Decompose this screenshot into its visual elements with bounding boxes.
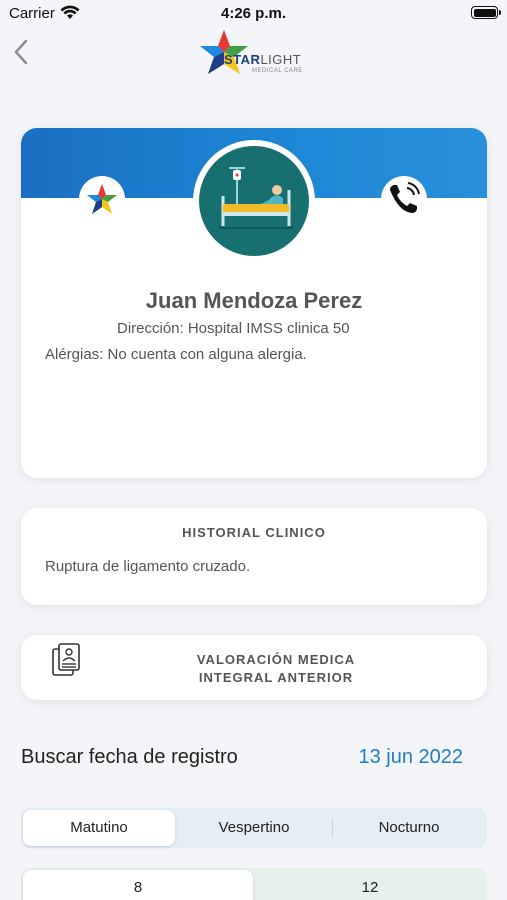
star-badge [79,176,125,222]
logo-wordmark: STARLIGHT [224,52,302,67]
star-icon [87,184,117,214]
segment-matutino[interactable]: Matutino [23,810,175,846]
logo-subtitle: MEDICAL CARE [252,68,303,74]
patient-name: Juan Mendoza Perez [145,288,363,313]
call-button[interactable] [381,176,427,222]
battery-icon [471,6,501,19]
history-title: HISTORIAL CLINICO [182,525,326,540]
segment-8[interactable]: 8 [23,870,253,900]
hospital-bed-icon [219,167,293,229]
segment-vespertino[interactable]: Vespertino [177,810,331,846]
patient-allergies: Alérgias: No cuenta con alguna alergia. [45,346,307,363]
previous-assessment-label: VALORACIÓN MEDICA INTEGRAL ANTERIOR [196,652,356,685]
segment-12[interactable]: 12 [255,870,485,900]
starlight-logo: STARLIGHT MEDICAL CARE [200,28,312,78]
date-picker[interactable]: 13 jun 2022 [358,746,463,769]
shift-segmented-control: Matutino Vespertino Nocturno [21,808,487,848]
date-search-label: Buscar fecha de registro [21,746,238,768]
patient-avatar [193,140,315,262]
history-text: Ruptura de ligamento cruzado. [45,558,251,575]
segment-nocturno[interactable]: Nocturno [333,810,485,846]
date-search-row: Buscar fecha de registro 13 jun 2022 [21,744,487,770]
hour-segmented-control: 8 12 [21,868,487,900]
previous-assessment-button[interactable]: VALORACIÓN MEDICA INTEGRAL ANTERIOR [21,635,487,700]
status-bar: Carrier 4:26 p.m. [0,0,507,28]
patient-address: Dirección: Hospital IMSS clinica 50 [117,320,350,337]
patient-profile-card: Juan Mendoza Perez Dirección: Hospital I… [21,128,487,478]
medical-document-icon [52,643,80,676]
back-chevron-icon[interactable] [10,36,34,68]
phone-ringing-icon [390,182,420,213]
clinical-history-card: HISTORIAL CLINICO Ruptura de ligamento c… [21,508,487,605]
status-time: 4:26 p.m. [220,5,287,22]
